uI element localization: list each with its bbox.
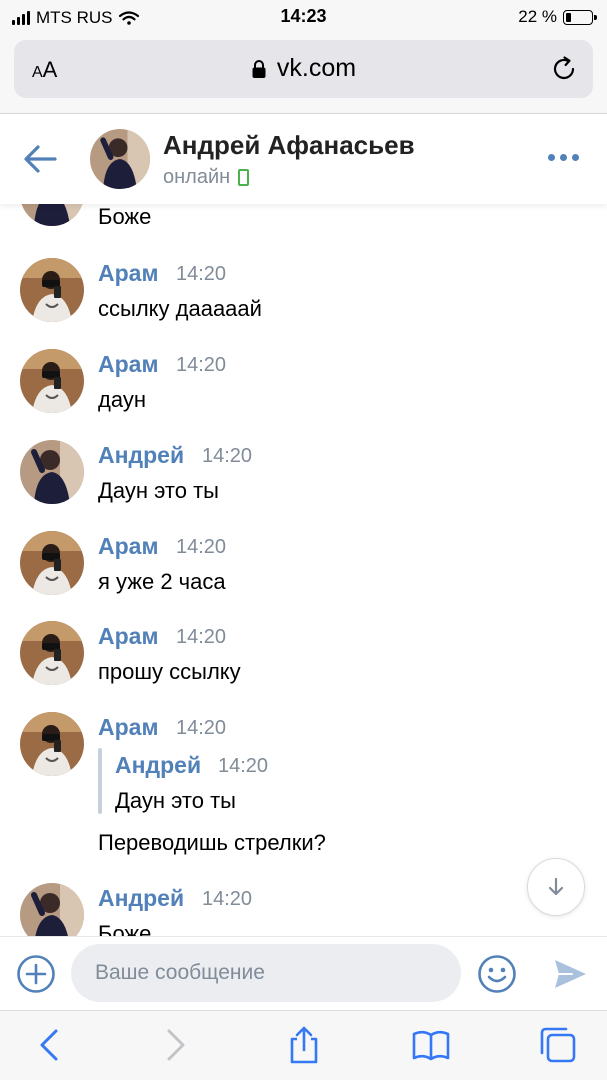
message-author[interactable]: Арам [98, 533, 158, 560]
message-input[interactable] [71, 944, 461, 1002]
clock: 14:23 [280, 6, 327, 26]
chat-avatar[interactable] [90, 129, 150, 189]
chat-header: Андрей Афанасьев онлайн [0, 114, 607, 204]
message-text: прошу ссылку [98, 659, 241, 684]
tabs-icon[interactable] [538, 1025, 578, 1065]
scroll-down-icon [548, 877, 564, 896]
message-text: Переводишь стрелки? [98, 830, 326, 855]
message-list[interactable]: Боже Арам 14:20 ссылку дааааай Арам 14:2… [0, 204, 607, 936]
avatar[interactable] [20, 883, 84, 936]
message-time: 14:20 [202, 445, 253, 467]
scroll-down-button[interactable] [527, 858, 585, 916]
message-author[interactable]: Андрей [98, 885, 184, 912]
forward-arrow-icon[interactable] [155, 1025, 195, 1065]
message-text: я уже 2 часа [98, 569, 226, 594]
battery-icon [563, 9, 597, 25]
message-time: 14:20 [176, 717, 227, 739]
message-time: 14:20 [202, 888, 253, 910]
message-time: 14:20 [176, 536, 227, 558]
message-time: 14:20 [176, 354, 227, 376]
message-text: Боже [98, 204, 152, 229]
message-time: 14:20 [176, 626, 227, 648]
more-dots-icon[interactable] [548, 154, 579, 161]
online-status-text: онлайн [163, 166, 231, 188]
battery-level-fill [566, 12, 572, 22]
reply-time: 14:20 [218, 755, 269, 777]
send-icon[interactable] [552, 956, 588, 992]
reply-author[interactable]: Андрей [115, 752, 201, 779]
browser-toolbar [0, 1010, 607, 1080]
back-arrow-icon[interactable] [30, 1025, 70, 1065]
reply-text: Даун это ты [115, 788, 236, 813]
avatar[interactable] [20, 531, 84, 595]
reply-quote-bar [98, 748, 102, 814]
message-author[interactable]: Арам [98, 714, 158, 741]
battery-percent: 22 % [518, 7, 557, 26]
message-author[interactable]: Арам [98, 623, 158, 650]
browser-top-bar: AA vk.com [0, 36, 607, 114]
avatar[interactable] [20, 349, 84, 413]
url-domain: vk.com [276, 54, 357, 82]
mobile-device-icon [238, 169, 250, 186]
lock-icon [252, 59, 266, 78]
message-text: Боже [98, 921, 152, 936]
avatar[interactable] [20, 712, 84, 776]
chat-status: онлайн [163, 166, 250, 189]
url-bar[interactable]: AA vk.com [14, 40, 593, 98]
message-text: даун [98, 387, 146, 412]
avatar[interactable] [20, 621, 84, 685]
message-text: Даун это ты [98, 478, 219, 503]
message-author[interactable]: Андрей [98, 442, 184, 469]
message-text: ссылку дааааай [98, 296, 262, 321]
message-author[interactable]: Арам [98, 260, 158, 287]
status-bar: MTS RUS 14:23 22 % [0, 0, 607, 36]
attach-plus-icon[interactable] [16, 954, 56, 994]
message-time: 14:20 [176, 263, 227, 285]
back-arrow-icon[interactable] [22, 142, 58, 176]
message-composer [0, 936, 607, 1010]
reload-icon[interactable] [549, 54, 579, 84]
avatar[interactable] [20, 258, 84, 322]
emoji-icon[interactable] [477, 954, 517, 994]
avatar[interactable] [20, 204, 84, 226]
share-icon[interactable] [284, 1025, 324, 1065]
chat-title[interactable]: Андрей Афанасьев [163, 130, 415, 161]
avatar[interactable] [20, 440, 84, 504]
bookmarks-icon[interactable] [411, 1025, 451, 1065]
message-author[interactable]: Арам [98, 351, 158, 378]
